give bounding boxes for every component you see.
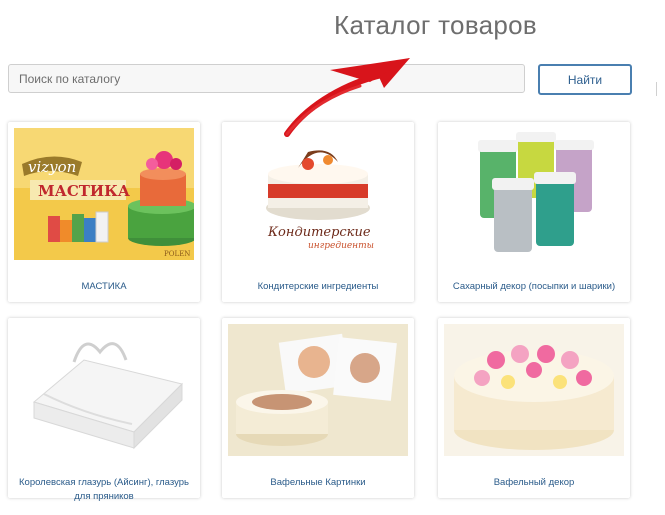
- catalog-card-mastika[interactable]: vizyon МАСТИКА POLEN МАСТИКА: [8, 122, 200, 302]
- card-image-sugar-decor: [444, 128, 624, 260]
- card-image-royal-icing: [14, 324, 194, 456]
- search-input[interactable]: [8, 64, 525, 93]
- catalog-card-wafer-pictures[interactable]: Вафельные Картинки: [222, 318, 414, 498]
- catalog-card-ingredients[interactable]: Кондитерские ингредиенты Кондитерские ин…: [222, 122, 414, 302]
- card-label-wafer-pictures[interactable]: Вафельные Картинки: [226, 476, 410, 490]
- polen-logo: POLEN: [164, 250, 190, 258]
- card-image-ingredients: Кондитерские ингредиенты: [228, 128, 408, 260]
- card-image-mastika: vizyon МАСТИКА POLEN: [14, 128, 194, 260]
- card-label-ingredients[interactable]: Кондитерские ингредиенты: [226, 280, 410, 294]
- card-label-royal-icing[interactable]: Королевская глазурь (Айсинг), глазурь дл…: [12, 476, 196, 504]
- page-title: Каталог товаров: [334, 10, 538, 40]
- ingredients-title: Кондитерские: [267, 225, 371, 240]
- vizyon-logo: vizyon: [28, 158, 76, 176]
- ingredients-subtitle: ингредиенты: [308, 241, 374, 251]
- card-image-wafer-decor: [444, 324, 624, 456]
- search-button[interactable]: Найти: [538, 64, 632, 95]
- catalog-card-royal-icing[interactable]: Королевская глазурь (Айсинг), глазурь дл…: [8, 318, 200, 502]
- mastika-title: МАСТИКА: [38, 182, 131, 200]
- card-label-wafer-decor[interactable]: Вафельный декор: [442, 476, 626, 490]
- catalog-card-wafer-decor[interactable]: Вафельный декор: [438, 318, 630, 498]
- catalog-card-sugar-decor[interactable]: Сахарный декор (посыпки и шарики): [438, 122, 630, 302]
- scrollbar-edge: [656, 82, 663, 96]
- card-label-sugar-decor[interactable]: Сахарный декор (посыпки и шарики): [442, 280, 626, 294]
- card-image-wafer-pictures: [228, 324, 408, 456]
- card-label-mastika[interactable]: МАСТИКА: [12, 280, 196, 294]
